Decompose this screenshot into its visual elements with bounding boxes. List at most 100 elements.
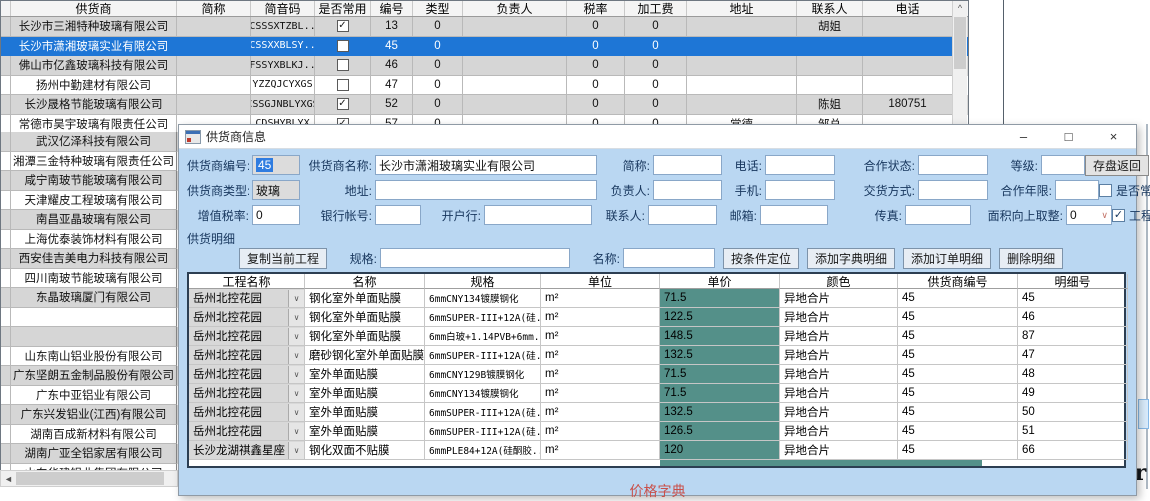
column-header[interactable]: 负责人 (463, 1, 567, 16)
detail-cell-spec[interactable]: 6mmSUPER-III+12A(硅... (425, 403, 541, 422)
detail-cell-project[interactable]: 岳州北控花园∨ (189, 365, 305, 384)
detail-cell-unit[interactable]: m² (541, 403, 660, 422)
scroll-up-icon[interactable]: ^ (953, 1, 967, 15)
bank-account-field[interactable] (375, 205, 421, 225)
table-row[interactable]: 长沙市潇湘玻璃实业有限公司CSSXXBLSY..45000 (1, 37, 968, 57)
detail-cell-project[interactable]: 岳州北控花园∨ (189, 327, 305, 346)
detail-cell-color[interactable]: 异地合片 (780, 346, 898, 365)
combo-arrow-icon[interactable]: ∨ (288, 404, 304, 421)
detail-cell-price[interactable]: 71.5 (660, 289, 780, 308)
cell-rowhdr[interactable] (1, 425, 11, 445)
cell-addr[interactable] (687, 17, 797, 37)
detail-cell-unit[interactable]: m² (541, 289, 660, 308)
abbr-field[interactable] (653, 155, 722, 175)
detail-cell-name[interactable]: 钢化室外单面贴膜 (305, 289, 425, 308)
cell-rowhdr[interactable] (1, 405, 11, 425)
detail-cell-spec[interactable]: 6mmSUPER-III+12A(硅... (425, 422, 541, 441)
detail-column-header[interactable]: 颜色 (780, 274, 898, 289)
cell-rowhdr[interactable] (1, 288, 11, 308)
combo-arrow-icon[interactable]: ∨ (288, 366, 304, 383)
supplier-type-field[interactable]: 玻璃 (252, 180, 300, 200)
detail-column-header[interactable]: 供货商编号 (898, 274, 1018, 289)
cell-addr[interactable] (687, 95, 797, 115)
cell-rowhdr[interactable] (1, 37, 11, 57)
detail-cell-spec[interactable]: 6mmPLE84+12A(硅酮胶... (425, 441, 541, 460)
name-filter-input[interactable] (623, 248, 715, 268)
cell-contact[interactable] (797, 37, 863, 57)
cell-addr[interactable] (687, 56, 797, 76)
detail-column-header[interactable]: 单价 (660, 274, 780, 289)
cell-code[interactable]: CSSSXTZBL.. (251, 17, 315, 37)
detail-cell-sup_no[interactable]: 45 (898, 422, 1018, 441)
detail-row[interactable]: 岳州北控花园∨钢化室外单面贴膜6mmCNY134镀膜钢化m²71.5异地合片45… (189, 289, 1124, 308)
detail-cell-color[interactable]: 异地合片 (780, 403, 898, 422)
table-row[interactable]: 佛山市亿鑫玻璃科技有限公司FSSYXBLKJ..46000 (1, 56, 968, 76)
detail-cell-name[interactable]: 钢化室外单面贴膜 (305, 327, 425, 346)
detail-cell-project[interactable]: 岳州北控花园∨ (189, 384, 305, 403)
cell-rowhdr[interactable] (1, 386, 11, 406)
table-row[interactable]: 西安佳吉美电力科技有限公司 (1, 249, 179, 269)
column-header[interactable]: 电话 (863, 1, 953, 16)
detail-cell-detail_no[interactable]: 45 (1018, 289, 1128, 308)
detail-cell-name[interactable]: 室外单面贴膜 (305, 422, 425, 441)
detail-cell-spec[interactable]: 6mmCNY129B镀膜钢化 (425, 365, 541, 384)
locate-by-condition-button[interactable]: 按条件定位 (723, 248, 799, 269)
project-bind-checkbox[interactable]: ✓ (1112, 209, 1125, 222)
cell-common[interactable]: ✓ (315, 17, 371, 37)
cell-phone[interactable] (863, 37, 953, 57)
column-header[interactable]: 地址 (687, 1, 797, 16)
fax-field[interactable] (905, 205, 971, 225)
cell-supplier[interactable]: 长沙市三湘特种玻璃有限公司 (11, 17, 177, 37)
detail-cell-detail_no[interactable]: 47 (1018, 346, 1128, 365)
detail-cell-project[interactable]: 长沙龙湖祺鑫星座∨ (189, 441, 305, 460)
area-round-up-combo[interactable]: 0 ∨ (1066, 205, 1112, 225)
maximize-button[interactable]: □ (1046, 126, 1091, 148)
detail-cell-unit[interactable]: m² (541, 346, 660, 365)
cell-type[interactable]: 0 (413, 56, 463, 76)
cell-abbr[interactable] (177, 17, 251, 37)
detail-cell-price[interactable]: 132.5 (660, 346, 780, 365)
cell-supplier[interactable]: 广东坚朗五金制品股份有限公司 (11, 366, 177, 386)
close-button[interactable]: × (1091, 126, 1136, 148)
table-row[interactable]: 湖南百成新材料有限公司 (1, 425, 179, 445)
add-dictionary-detail-button[interactable]: 添加字典明细 (807, 248, 895, 269)
combo-arrow-icon[interactable]: ∨ (288, 442, 304, 459)
cell-tax[interactable]: 0 (567, 56, 625, 76)
column-header[interactable]: 加工费 (625, 1, 687, 16)
table-row[interactable]: 南昌亚晶玻璃有限公司 (1, 210, 179, 230)
grade-field[interactable] (1041, 155, 1085, 175)
detail-cell-detail_no[interactable]: 50 (1018, 403, 1128, 422)
cell-supplier[interactable]: 湖南百成新材料有限公司 (11, 425, 177, 445)
combo-arrow-icon[interactable]: ∨ (288, 290, 304, 307)
cell-phone[interactable] (863, 56, 953, 76)
cell-type[interactable]: 0 (413, 76, 463, 96)
cell-contact[interactable]: 胡姐 (797, 17, 863, 37)
detail-cell-color[interactable]: 异地合片 (780, 308, 898, 327)
detail-cell-project[interactable]: 岳州北控花园∨ (189, 308, 305, 327)
table-row-empty[interactable] (1, 308, 179, 328)
cell-no[interactable]: 52 (371, 95, 413, 115)
detail-cell-sup_no[interactable]: 45 (898, 346, 1018, 365)
detail-column-header[interactable]: 明细号 (1018, 274, 1128, 289)
table-row[interactable]: 咸宁南玻节能玻璃有限公司 (1, 171, 179, 191)
detail-cell-spec[interactable]: 6mm白玻+1.14PVB+6mm... (425, 327, 541, 346)
phone-field[interactable] (765, 155, 835, 175)
detail-row[interactable]: 岳州北控花园∨室外单面贴膜6mmSUPER-III+12A(硅...m²132.… (189, 403, 1124, 422)
detail-cell-sup_no[interactable]: 45 (898, 384, 1018, 403)
column-header[interactable]: 类型 (413, 1, 463, 16)
cell-rowhdr[interactable] (1, 308, 11, 328)
cell-rowhdr[interactable] (1, 171, 11, 191)
detail-cell-unit[interactable]: m² (541, 308, 660, 327)
detail-cell-sup_no[interactable]: 45 (898, 365, 1018, 384)
detail-cell-name[interactable]: 室外单面贴膜 (305, 365, 425, 384)
detail-cell-detail_no[interactable]: 87 (1018, 327, 1128, 346)
cell-supplier[interactable]: 湖南广亚全铝家居有限公司 (11, 444, 177, 464)
combo-arrow-icon[interactable]: ∨ (288, 423, 304, 440)
cell-rowhdr[interactable] (1, 249, 11, 269)
common-checkbox[interactable] (337, 40, 349, 52)
cell-supplier[interactable] (11, 308, 177, 328)
cell-code[interactable]: FSSYXBLKJ.. (251, 56, 315, 76)
table-row[interactable]: 广东坚朗五金制品股份有限公司 (1, 366, 179, 386)
cell-common[interactable] (315, 76, 371, 96)
detail-cell-project[interactable]: 岳州北控花园∨ (189, 403, 305, 422)
